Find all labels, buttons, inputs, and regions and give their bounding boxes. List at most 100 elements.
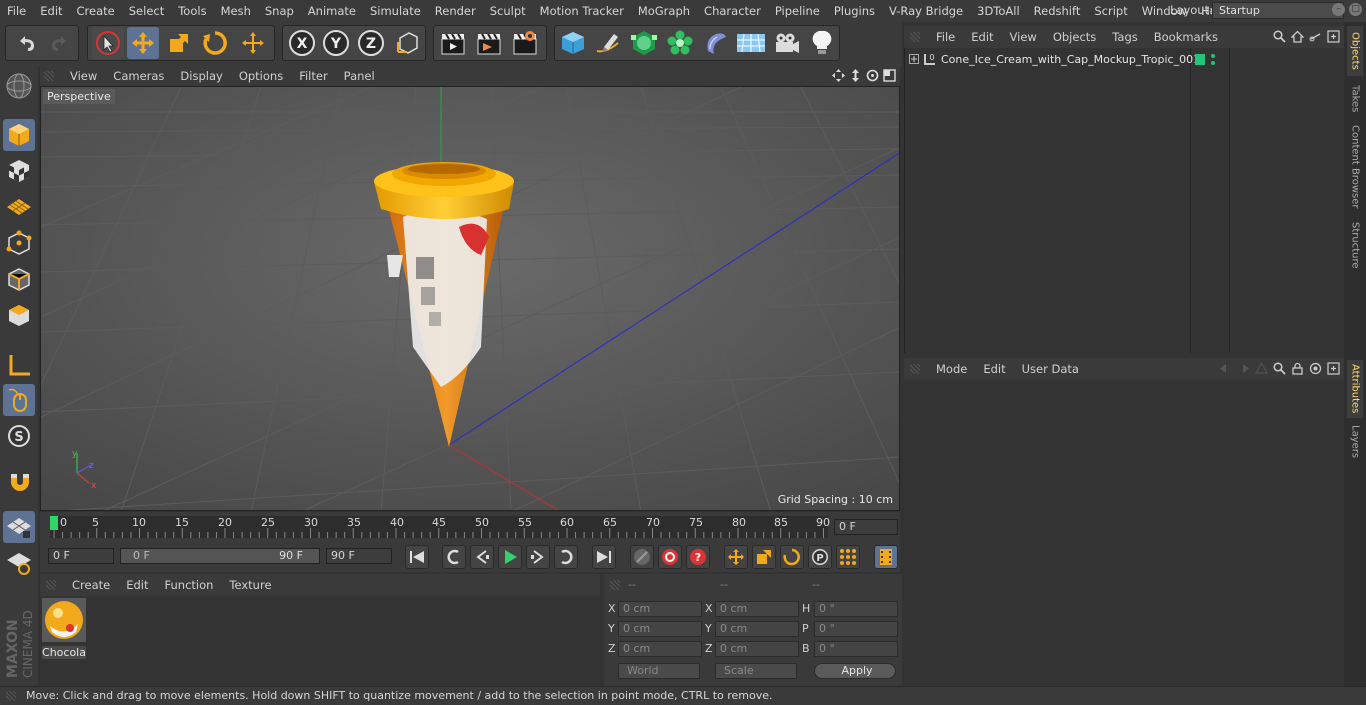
key-rotation-button[interactable] bbox=[780, 545, 804, 569]
scale-tool-button[interactable] bbox=[163, 27, 195, 59]
floor-button[interactable] bbox=[735, 27, 767, 59]
next-key-button[interactable] bbox=[554, 545, 578, 569]
viewport-camera-label[interactable]: Perspective bbox=[43, 89, 115, 104]
viewport-menu-panel[interactable]: Panel bbox=[336, 69, 383, 83]
apply-button[interactable]: Apply bbox=[814, 663, 896, 679]
viewport-menu-view[interactable]: View bbox=[62, 69, 105, 83]
menu-mograph[interactable]: MoGraph bbox=[631, 0, 697, 22]
visibility-tag-icon[interactable] bbox=[1195, 54, 1205, 65]
attributes-menu-mode[interactable]: Mode bbox=[928, 362, 975, 376]
menu-sculpt[interactable]: Sculpt bbox=[483, 0, 533, 22]
object-name[interactable]: Cone_Ice_Cream_with_Cap_Mockup_Tropic_00… bbox=[941, 53, 1200, 66]
search-icon[interactable] bbox=[1273, 30, 1286, 43]
tab-layers[interactable]: Layers bbox=[1347, 422, 1363, 462]
tab-attributes[interactable]: Attributes bbox=[1347, 360, 1363, 418]
end-frame-field[interactable]: 90 F bbox=[326, 548, 392, 564]
viewport-menu-filter[interactable]: Filter bbox=[291, 69, 335, 83]
playhead[interactable] bbox=[50, 516, 58, 530]
menu-3dtoall[interactable]: 3DToAll bbox=[970, 0, 1027, 22]
transform-tool-button[interactable] bbox=[237, 27, 269, 59]
timeline-window-button[interactable] bbox=[874, 545, 898, 569]
tweak-mode-button[interactable] bbox=[3, 384, 35, 416]
edges-mode-button[interactable] bbox=[3, 263, 35, 295]
editor-visibility-dot[interactable] bbox=[1211, 54, 1215, 58]
points-mode-button[interactable] bbox=[3, 227, 35, 259]
rotation-h-field[interactable]: 0 ° bbox=[814, 601, 898, 617]
object-menu-view[interactable]: View bbox=[1002, 30, 1045, 44]
size-y-field[interactable]: 0 cm bbox=[715, 621, 799, 637]
attributes-grip[interactable] bbox=[910, 364, 920, 374]
layout-select[interactable]: Startup bbox=[1212, 2, 1344, 19]
viewport-maximize-icon[interactable] bbox=[883, 69, 896, 82]
tab-structure[interactable]: Structure bbox=[1347, 218, 1363, 272]
menu-render[interactable]: Render bbox=[428, 0, 483, 22]
tab-content-browser[interactable]: Content Browser bbox=[1347, 122, 1363, 212]
position-y-field[interactable]: 0 cm bbox=[618, 621, 702, 637]
start-frame-field[interactable]: 0 F bbox=[48, 548, 114, 564]
menu-animate[interactable]: Animate bbox=[301, 0, 363, 22]
light-button[interactable] bbox=[806, 27, 838, 59]
redo-button[interactable] bbox=[44, 27, 76, 59]
cube-button[interactable] bbox=[557, 27, 589, 59]
key-parameter-button[interactable]: P bbox=[808, 545, 832, 569]
viewport-zoom-icon[interactable] bbox=[849, 69, 862, 82]
move-tool-button[interactable] bbox=[127, 27, 159, 59]
up-arrow-icon[interactable] bbox=[1255, 362, 1268, 375]
object-menu-edit[interactable]: Edit bbox=[963, 30, 1001, 44]
z-axis-lock-button[interactable]: Z bbox=[355, 27, 387, 59]
material-menu-texture[interactable]: Texture bbox=[221, 578, 279, 592]
menu-edit[interactable]: Edit bbox=[33, 0, 69, 22]
menu-pipeline[interactable]: Pipeline bbox=[768, 0, 827, 22]
coordinates-grip[interactable] bbox=[610, 580, 620, 590]
render-view-button[interactable] bbox=[437, 27, 469, 59]
menu-tools[interactable]: Tools bbox=[171, 0, 213, 22]
record-keys-disabled-button[interactable] bbox=[630, 545, 654, 569]
polygons-mode-button[interactable] bbox=[3, 299, 35, 331]
object-menu-tags[interactable]: Tags bbox=[1104, 30, 1145, 44]
prev-frame-button[interactable] bbox=[470, 545, 494, 569]
tab-objects[interactable]: Objects bbox=[1347, 26, 1363, 76]
material-menu-function[interactable]: Function bbox=[157, 578, 222, 592]
menu-file[interactable]: File bbox=[0, 0, 33, 22]
object-grip[interactable] bbox=[910, 32, 920, 42]
rotate-tool-button[interactable] bbox=[199, 27, 231, 59]
coordinate-system-button[interactable] bbox=[392, 27, 424, 59]
deformer-button[interactable] bbox=[700, 27, 732, 59]
texture-mode-button[interactable] bbox=[3, 155, 35, 187]
attributes-menu-user-data[interactable]: User Data bbox=[1014, 362, 1087, 376]
search-icon[interactable] bbox=[1273, 362, 1286, 375]
maximize-icon[interactable]: □ bbox=[1349, 3, 1362, 16]
menu-redshift[interactable]: Redshift bbox=[1027, 0, 1088, 22]
timeline-ruler[interactable]: 0 5 10 15 20 25 30 35 40 45 50 55 60 65 … bbox=[50, 516, 830, 538]
viewport-grip[interactable] bbox=[44, 71, 54, 81]
play-button[interactable] bbox=[498, 545, 522, 569]
prev-key-button[interactable] bbox=[442, 545, 466, 569]
new-window-icon[interactable] bbox=[1327, 30, 1340, 43]
render-to-picture-viewer-button[interactable] bbox=[473, 27, 505, 59]
cloner-button[interactable] bbox=[664, 27, 696, 59]
model-mode-button[interactable] bbox=[3, 119, 35, 151]
key-pla-button[interactable] bbox=[836, 545, 860, 569]
size-mode-select[interactable]: Scale bbox=[715, 663, 797, 679]
workplane-mode-button[interactable] bbox=[3, 191, 35, 223]
forward-arrow-icon[interactable] bbox=[1237, 362, 1250, 375]
frame-range-slider[interactable]: 0 F 90 F bbox=[120, 548, 320, 564]
workplane-lock-button[interactable] bbox=[3, 511, 35, 543]
viewport-menu-options[interactable]: Options bbox=[231, 69, 291, 83]
locked-workplane-button[interactable] bbox=[3, 547, 35, 579]
object-menu-objects[interactable]: Objects bbox=[1045, 30, 1104, 44]
expand-plus-icon[interactable] bbox=[909, 54, 919, 64]
minimize-icon[interactable]: – bbox=[1332, 3, 1345, 16]
material-swatch[interactable]: Chocola bbox=[42, 598, 86, 659]
viewport-menu-display[interactable]: Display bbox=[172, 69, 230, 83]
camera-button[interactable] bbox=[771, 27, 803, 59]
coordinate-mode-select[interactable]: World bbox=[618, 663, 700, 679]
snap-button[interactable] bbox=[3, 466, 35, 498]
menu-plugins[interactable]: Plugins bbox=[827, 0, 882, 22]
viewport-menu-cameras[interactable]: Cameras bbox=[105, 69, 172, 83]
undo-button[interactable] bbox=[10, 27, 42, 59]
menu-vray-bridge[interactable]: V-Ray Bridge bbox=[882, 0, 970, 22]
render-visibility-dot[interactable] bbox=[1211, 61, 1215, 65]
goto-start-button[interactable] bbox=[405, 545, 429, 569]
goto-end-button[interactable] bbox=[592, 545, 616, 569]
